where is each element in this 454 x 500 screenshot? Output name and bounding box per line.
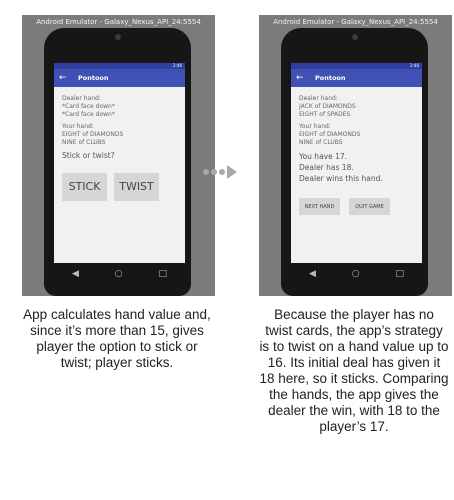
dealer-card: JACK of DIAMONDS xyxy=(299,103,356,110)
dealer-hand: Dealer hand: *Card face down* *Card face… xyxy=(62,95,177,119)
status-time: 2:46 xyxy=(173,63,182,68)
game-content: Dealer hand: *Card face down* *Card face… xyxy=(54,87,185,201)
hand-results: You have 17. Dealer has 18. Dealer wins … xyxy=(299,151,414,184)
right-caption: Because the player has no twist cards, t… xyxy=(259,307,449,434)
winner-message: Dealer wins this hand. xyxy=(299,174,383,183)
next-hand-button[interactable]: NEXT HAND xyxy=(299,198,340,215)
dealer-total: Dealer has 18. xyxy=(299,163,354,172)
player-hand-label: Your hand: xyxy=(299,123,331,130)
player-hand: Your hand: EIGHT of DIAMONDS NINE of CLU… xyxy=(299,123,414,147)
round-buttons: NEXT HAND QUIT GAME xyxy=(299,198,414,215)
back-arrow-icon[interactable]: ← xyxy=(296,71,304,85)
nav-home-icon[interactable]: ○ xyxy=(352,269,360,279)
player-hand-label: Your hand: xyxy=(62,123,94,130)
player-hand: Your hand: EIGHT of DIAMONDS NINE of CLU… xyxy=(62,123,177,147)
android-nav-bar: ◀ ○ □ xyxy=(291,263,422,285)
left-emulator-window: Android Emulator - Galaxy_Nexus_API_24:5… xyxy=(22,15,215,296)
app-title: Pontoon xyxy=(78,74,109,82)
phone-frame: 2:46 ← Pontoon Dealer hand: JACK of DIAM… xyxy=(281,28,428,296)
dealer-card: *Card face down* xyxy=(62,111,115,118)
dot xyxy=(219,169,225,175)
player-card: EIGHT of DIAMONDS xyxy=(299,131,361,138)
camera-icon xyxy=(351,34,358,40)
phone-screen: 2:46 ← Pontoon Dealer hand: *Card face d… xyxy=(54,63,185,263)
app-title: Pontoon xyxy=(315,74,346,82)
twist-button[interactable]: TWIST xyxy=(114,173,159,201)
player-card: NINE of CLUBS xyxy=(299,139,343,146)
dealer-hand-label: Dealer hand: xyxy=(299,95,338,102)
phone-screen: 2:46 ← Pontoon Dealer hand: JACK of DIAM… xyxy=(291,63,422,263)
dealer-hand-label: Dealer hand: xyxy=(62,95,101,102)
dealer-hand: Dealer hand: JACK of DIAMONDS EIGHT of S… xyxy=(299,95,414,119)
emulator-title: Android Emulator - Galaxy_Nexus_API_24:5… xyxy=(36,18,201,26)
stick-button[interactable]: STICK xyxy=(62,173,107,201)
emulator-title: Android Emulator - Galaxy_Nexus_API_24:5… xyxy=(273,18,438,26)
dot xyxy=(203,169,209,175)
nav-home-icon[interactable]: ○ xyxy=(115,269,123,279)
dealer-card: EIGHT of SPADES xyxy=(299,111,351,118)
quit-game-button[interactable]: QUIT GAME xyxy=(349,198,390,215)
phone-frame: 2:46 ← Pontoon Dealer hand: *Card face d… xyxy=(44,28,191,296)
nav-recents-icon[interactable]: □ xyxy=(396,269,405,279)
arrow-head xyxy=(227,165,237,179)
left-caption: App calculates hand value and, since it’… xyxy=(23,307,211,370)
player-total: You have 17. xyxy=(299,152,348,161)
stick-or-twist-prompt: Stick or twist? xyxy=(62,151,115,160)
dot xyxy=(211,169,217,175)
camera-icon xyxy=(114,34,121,40)
player-card: EIGHT of DIAMONDS xyxy=(62,131,124,138)
nav-back-icon[interactable]: ◀ xyxy=(72,269,79,279)
android-nav-bar: ◀ ○ □ xyxy=(54,263,185,285)
right-emulator-window: Android Emulator - Galaxy_Nexus_API_24:5… xyxy=(259,15,452,296)
action-buttons: STICK TWIST xyxy=(62,173,177,201)
transition-arrow-icon xyxy=(203,165,237,179)
player-card: NINE of CLUBS xyxy=(62,139,106,146)
nav-recents-icon[interactable]: □ xyxy=(159,269,168,279)
status-time: 2:46 xyxy=(410,63,419,68)
dealer-card: *Card face down* xyxy=(62,103,115,110)
app-bar: ← Pontoon xyxy=(291,69,422,87)
app-bar: ← Pontoon xyxy=(54,69,185,87)
back-arrow-icon[interactable]: ← xyxy=(59,71,67,85)
nav-back-icon[interactable]: ◀ xyxy=(309,269,316,279)
game-content: Dealer hand: JACK of DIAMONDS EIGHT of S… xyxy=(291,87,422,215)
